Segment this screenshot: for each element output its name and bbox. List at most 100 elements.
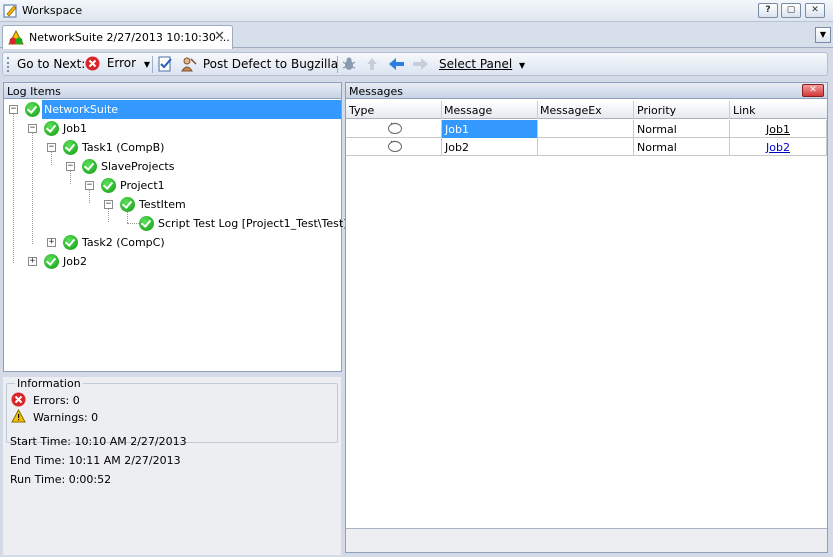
start-time: Start Time: 10:10 AM 2/27/2013 [10, 435, 187, 448]
tree-item-job1[interactable]: − Job1 [4, 119, 341, 138]
checklist-icon[interactable] [157, 56, 173, 72]
post-defect-label: Post Defect to Bugzilla [202, 56, 339, 71]
message-cell[interactable]: Job2 [442, 138, 538, 156]
tree-item-testitem[interactable]: − TestItem [4, 195, 341, 214]
type-cell [346, 120, 442, 138]
bugzilla-icon [181, 57, 197, 72]
column-header-message[interactable]: Message [444, 104, 492, 117]
tree-item-label: SlaveProjects [101, 160, 175, 173]
errors-count: Errors: 0 [33, 394, 80, 407]
column-header-type[interactable]: Type [349, 104, 374, 117]
success-icon [82, 159, 97, 174]
information-panel: Information Errors: 0 Warnings: 0 Start … [3, 377, 341, 555]
toolbar: Go to Next: Error ▼ Post Defect to Bugzi… [2, 52, 828, 76]
tree-item-label: Project1 [120, 179, 165, 192]
expand-icon[interactable]: + [47, 238, 56, 247]
select-panel-label: Select Panel [439, 57, 513, 71]
messages-title: Messages [349, 85, 403, 98]
message-icon [388, 138, 402, 152]
messageex-cell[interactable] [538, 120, 634, 138]
messages-close-button[interactable]: ✕ [802, 84, 824, 97]
messageex-cell[interactable] [538, 138, 634, 156]
tree-item-networksuite[interactable]: − NetworkSuite [4, 100, 341, 119]
select-panel-dropdown-icon[interactable]: ▼ [519, 61, 525, 70]
column-header-link[interactable]: Link [733, 104, 756, 117]
log-items-header: Log Items [3, 82, 342, 99]
column-header-messageex[interactable]: MessageEx [540, 104, 602, 117]
messages-header: Messages ✕ [345, 82, 828, 99]
link-cell: Job2 [730, 138, 827, 156]
help-button[interactable]: ? [758, 3, 778, 18]
column-divider[interactable] [633, 101, 634, 119]
tree-item-script-test-log[interactable]: Script Test Log [Project1_Test\Test] [4, 214, 347, 233]
tab-networksuite[interactable]: NetworkSuite 2/27/2013 10:10:30 ... ✕ [2, 25, 233, 49]
success-icon [25, 102, 40, 117]
type-cell [346, 138, 442, 156]
arrow-back-icon[interactable] [388, 57, 405, 71]
tree-item-label: Task1 (CompB) [82, 141, 165, 154]
tab-label: NetworkSuite 2/27/2013 10:10:30 ... [29, 31, 230, 44]
table-row[interactable]: Job2 Normal Job2 [346, 138, 827, 156]
end-time: End Time: 10:11 AM 2/27/2013 [10, 454, 181, 467]
success-icon [44, 121, 59, 136]
select-panel-button[interactable]: Select Panel ▼ [439, 57, 525, 71]
separator [152, 56, 153, 73]
message-icon [388, 120, 402, 134]
column-header-priority[interactable]: Priority [637, 104, 676, 117]
column-divider[interactable] [441, 101, 442, 119]
collapse-icon[interactable]: − [66, 162, 75, 171]
messages-column-headers: Type Message MessageEx Priority Link [346, 101, 827, 119]
priority-cell[interactable]: Normal [634, 120, 730, 138]
table-row[interactable]: Job1 Normal Job1 [346, 120, 827, 138]
tab-list-dropdown[interactable]: ▼ [815, 27, 831, 43]
tree-item-label: NetworkSuite [44, 103, 119, 116]
tab-strip: NetworkSuite 2/27/2013 10:10:30 ... ✕ ▼ [0, 22, 833, 49]
messages-footer [346, 528, 827, 552]
tree-item-label: Job1 [63, 122, 87, 135]
tree-item-slaveprojects[interactable]: − SlaveProjects [4, 157, 341, 176]
success-icon [139, 216, 154, 231]
collapse-icon[interactable]: − [47, 143, 56, 152]
window-title: Workspace [22, 4, 83, 17]
collapse-icon[interactable]: − [85, 181, 94, 190]
tree-item-job2[interactable]: + Job2 [4, 252, 341, 271]
test-log-icon [8, 30, 24, 45]
tab-close-icon[interactable]: ✕ [214, 29, 225, 44]
job2-link[interactable]: Job2 [766, 141, 790, 154]
link-cell: Job1 [730, 120, 827, 138]
error-label: Error [106, 56, 137, 70]
log-items-title: Log Items [7, 85, 61, 98]
job1-link[interactable]: Job1 [766, 123, 790, 136]
collapse-icon[interactable]: − [28, 124, 37, 133]
collapse-icon[interactable]: − [104, 200, 113, 209]
arrow-forward-icon[interactable] [412, 57, 429, 71]
message-cell[interactable]: Job1 [442, 120, 538, 138]
priority-cell[interactable]: Normal [634, 138, 730, 156]
column-divider[interactable] [537, 101, 538, 119]
restore-button[interactable]: ▢ [781, 3, 801, 18]
title-bar: Workspace ? ▢ ✕ [0, 0, 833, 22]
post-defect-button[interactable]: Post Defect to Bugzilla ▼ [181, 56, 352, 72]
error-dropdown-icon[interactable]: ▼ [144, 60, 150, 69]
expand-icon[interactable]: + [28, 257, 37, 266]
toolbar-grip[interactable] [7, 57, 10, 72]
messages-grid [345, 99, 828, 553]
success-icon [63, 235, 78, 250]
separator [337, 56, 338, 73]
tree-item-task2[interactable]: + Task2 (CompC) [4, 233, 341, 252]
arrow-up-icon[interactable] [365, 56, 379, 72]
tree-item-project1[interactable]: − Project1 [4, 176, 341, 195]
warnings-count: Warnings: 0 [33, 411, 99, 424]
tree-item-task1[interactable]: − Task1 (CompB) [4, 138, 341, 157]
error-filter-button[interactable]: Error ▼ [85, 56, 150, 71]
warning-icon [11, 409, 26, 423]
success-icon [101, 178, 116, 193]
success-icon [63, 140, 78, 155]
tree-item-label: Task2 (CompC) [82, 236, 165, 249]
close-window-button[interactable]: ✕ [805, 3, 825, 18]
collapse-icon[interactable]: − [9, 105, 18, 114]
bug-icon[interactable] [341, 56, 357, 72]
tree-item-label: Script Test Log [Project1_Test\Test] [158, 217, 348, 230]
success-icon [120, 197, 135, 212]
column-divider[interactable] [729, 101, 730, 119]
